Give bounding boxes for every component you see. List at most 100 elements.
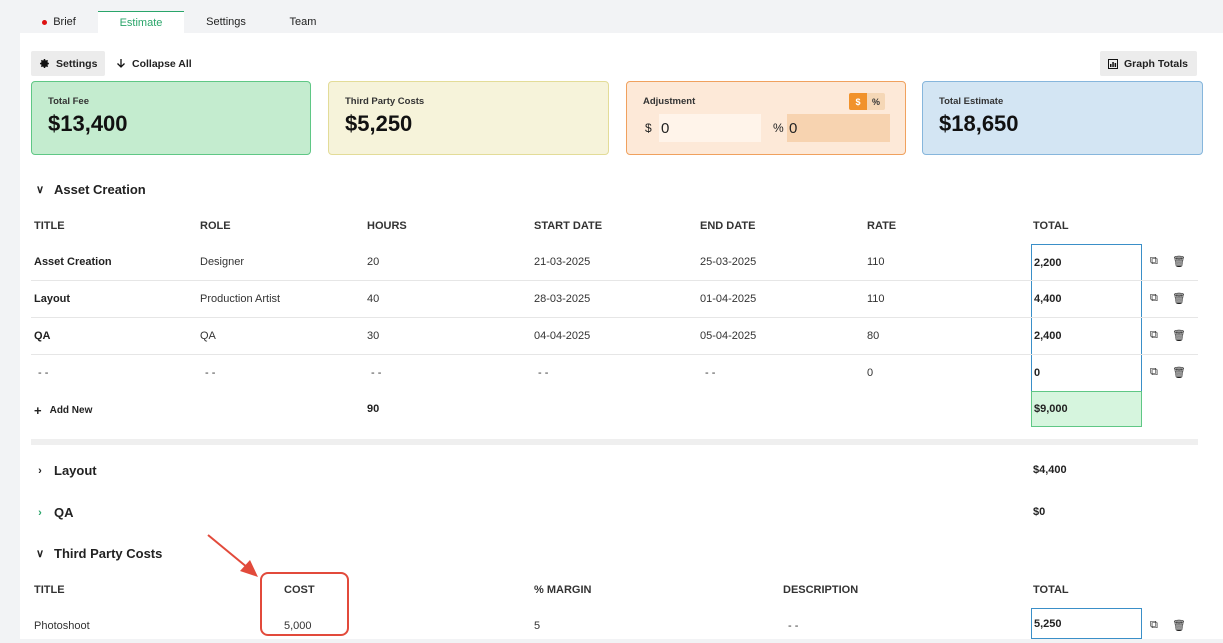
total-estimate-card: Total Estimate $18,650 bbox=[922, 81, 1203, 155]
row-description[interactable]: - - bbox=[788, 620, 798, 632]
row-role[interactable]: QA bbox=[200, 330, 216, 342]
collapse-all-label: Collapse All bbox=[132, 57, 192, 70]
chevron-down-icon: ∨ bbox=[35, 548, 45, 560]
row-total[interactable]: 4,400 bbox=[1031, 281, 1142, 318]
row-total[interactable]: 2,200 bbox=[1031, 244, 1142, 281]
section-total: $4,400 bbox=[1033, 464, 1067, 476]
section-header-third-party-costs[interactable]: ∨ Third Party Costs bbox=[34, 546, 162, 561]
section-title: Layout bbox=[54, 463, 97, 478]
col-header-total: TOTAL bbox=[1033, 584, 1069, 596]
row-hours[interactable]: 30 bbox=[367, 330, 379, 342]
row-margin[interactable]: 5 bbox=[534, 620, 540, 632]
row-end-date[interactable]: 01-04-2025 bbox=[700, 293, 756, 305]
adjustment-mode-toggle[interactable]: $ % bbox=[849, 93, 885, 110]
total-estimate-value: $18,650 bbox=[939, 111, 1019, 136]
tab-brief[interactable]: Brief bbox=[20, 11, 98, 33]
copy-icon[interactable]: ⧉ bbox=[1150, 329, 1158, 342]
add-new-button[interactable]: + Add New bbox=[34, 403, 92, 418]
trash-icon[interactable]: 🗑 bbox=[1172, 619, 1186, 632]
row-end-date[interactable]: 25-03-2025 bbox=[700, 256, 756, 268]
total-fee-value: $13,400 bbox=[48, 111, 128, 136]
toggle-dollar-button[interactable]: $ bbox=[849, 93, 867, 110]
col-header-hours: HOURS bbox=[367, 220, 407, 232]
hours-sum: 90 bbox=[367, 403, 380, 415]
row-title[interactable]: Asset Creation bbox=[34, 256, 112, 268]
settings-button[interactable]: Settings bbox=[31, 51, 106, 76]
col-header-title: TITLE bbox=[34, 220, 65, 232]
tab-label: Team bbox=[289, 16, 317, 28]
row-total[interactable]: 5,250 bbox=[1031, 608, 1142, 639]
tab-team[interactable]: Team bbox=[268, 11, 338, 33]
trash-icon[interactable]: 🗑 bbox=[1172, 292, 1186, 305]
section-separator bbox=[31, 439, 1198, 445]
row-rate[interactable]: 80 bbox=[867, 330, 879, 342]
section-header-asset-creation[interactable]: ∨ Asset Creation bbox=[34, 182, 146, 197]
copy-icon[interactable]: ⧉ bbox=[1150, 366, 1158, 379]
row-total[interactable]: 2,400 bbox=[1031, 318, 1142, 355]
row-title[interactable]: QA bbox=[34, 330, 51, 342]
total-fee-label: Total Fee bbox=[48, 96, 89, 107]
row-start-date[interactable]: 28-03-2025 bbox=[534, 293, 590, 305]
section-header-qa[interactable]: › QA bbox=[34, 505, 74, 520]
row-start-date[interactable]: 04-04-2025 bbox=[534, 330, 590, 342]
tab-label: Estimate bbox=[119, 16, 163, 29]
chevron-right-icon: › bbox=[38, 506, 42, 519]
row-role[interactable]: Production Artist bbox=[200, 293, 280, 305]
row-divider bbox=[31, 354, 1198, 355]
col-header-total: TOTAL bbox=[1033, 220, 1069, 232]
row-start-date[interactable]: - - bbox=[538, 367, 548, 379]
row-total[interactable]: 0 bbox=[1031, 355, 1142, 392]
row-role[interactable]: - - bbox=[205, 367, 215, 379]
third-party-costs-label: Third Party Costs bbox=[345, 96, 425, 107]
row-rate[interactable]: 0 bbox=[867, 367, 873, 379]
section-header-layout[interactable]: › Layout bbox=[34, 463, 97, 478]
annotation-highlight-box bbox=[260, 572, 349, 636]
tab-bar: Brief Estimate Settings Team bbox=[20, 11, 338, 33]
trash-icon[interactable]: 🗑 bbox=[1172, 255, 1186, 268]
graph-totals-button[interactable]: Graph Totals bbox=[1100, 51, 1197, 76]
plus-icon: + bbox=[34, 403, 42, 418]
adjustment-dollar-field: $ 0 bbox=[645, 114, 761, 142]
row-divider bbox=[31, 280, 1198, 281]
row-hours[interactable]: 40 bbox=[367, 293, 379, 305]
tab-label: Settings bbox=[206, 16, 246, 28]
row-start-date[interactable]: 21-03-2025 bbox=[534, 256, 590, 268]
total-fee-card: Total Fee $13,400 bbox=[31, 81, 311, 155]
col-header-margin: % MARGIN bbox=[534, 584, 592, 596]
row-hours[interactable]: 20 bbox=[367, 256, 379, 268]
total-estimate-label: Total Estimate bbox=[939, 96, 1004, 107]
col-header-description: DESCRIPTION bbox=[783, 584, 859, 596]
row-rate[interactable]: 110 bbox=[867, 256, 885, 268]
col-header-title: TITLE bbox=[34, 584, 65, 596]
copy-icon[interactable]: ⧉ bbox=[1150, 292, 1158, 305]
row-role[interactable]: Designer bbox=[200, 256, 244, 268]
section-total-sum: $9,000 bbox=[1031, 391, 1142, 427]
row-rate[interactable]: 110 bbox=[867, 293, 885, 305]
row-title[interactable]: - - bbox=[38, 367, 48, 379]
adjustment-dollar-input[interactable]: 0 bbox=[659, 114, 761, 142]
tab-estimate[interactable]: Estimate bbox=[98, 11, 184, 33]
tab-settings[interactable]: Settings bbox=[184, 11, 268, 33]
row-hours[interactable]: - - bbox=[371, 367, 381, 379]
trash-icon[interactable]: 🗑 bbox=[1172, 329, 1186, 342]
section-title: Asset Creation bbox=[54, 182, 146, 197]
trash-icon[interactable]: 🗑 bbox=[1172, 366, 1186, 379]
dollar-symbol: $ bbox=[645, 121, 652, 135]
collapse-all-button[interactable]: Collapse All bbox=[108, 51, 200, 76]
adjustment-percent-input[interactable]: 0 bbox=[787, 114, 890, 142]
toggle-percent-button[interactable]: % bbox=[867, 93, 885, 110]
copy-icon[interactable]: ⧉ bbox=[1150, 255, 1158, 268]
copy-icon[interactable]: ⧉ bbox=[1150, 619, 1158, 632]
section-title: Third Party Costs bbox=[54, 546, 163, 561]
status-dot-icon bbox=[42, 19, 48, 25]
adjustment-percent-field: % 0 bbox=[773, 114, 890, 142]
section-title: QA bbox=[54, 505, 74, 520]
row-end-date[interactable]: - - bbox=[705, 367, 715, 379]
chevron-right-icon: › bbox=[38, 464, 42, 477]
section-total: $0 bbox=[1033, 506, 1046, 518]
row-end-date[interactable]: 05-04-2025 bbox=[700, 330, 756, 342]
row-title[interactable]: Layout bbox=[34, 293, 70, 305]
row-title[interactable]: Photoshoot bbox=[34, 620, 90, 632]
annotation-arrow-icon bbox=[207, 534, 258, 577]
add-new-label: Add New bbox=[49, 405, 93, 416]
